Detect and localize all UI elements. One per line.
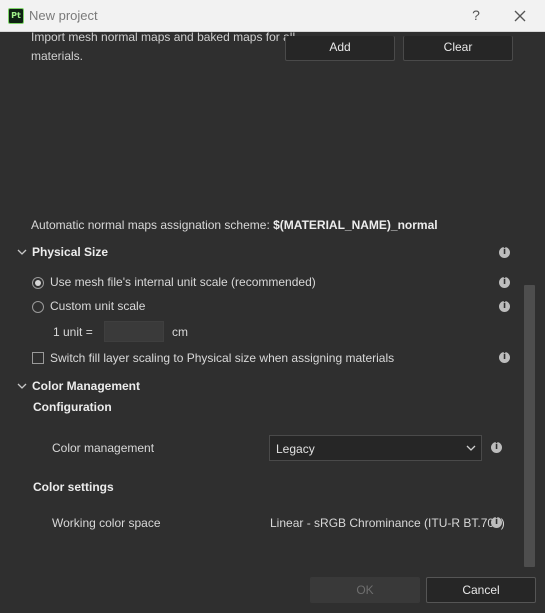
painter-app-icon: Pt (8, 8, 24, 24)
custom-unit-scale-radio[interactable] (32, 301, 44, 313)
custom-unit-scale-label[interactable]: Custom unit scale (50, 299, 145, 313)
ok-button[interactable]: OK (310, 577, 420, 603)
scrollbar-thumb[interactable] (524, 285, 535, 567)
dialog-content: Import mesh normal maps and baked maps f… (0, 32, 522, 572)
add-maps-button[interactable]: Add (285, 36, 395, 61)
unit-equals-label: 1 unit = (53, 325, 93, 339)
normal-scheme-label: Automatic normal maps assignation scheme… (31, 218, 438, 232)
unit-scale-input[interactable] (104, 321, 164, 342)
close-button[interactable] (509, 5, 531, 27)
unit-suffix-cm: cm (172, 325, 188, 339)
chevron-down-icon[interactable] (16, 380, 28, 392)
chevron-down-icon (466, 445, 476, 451)
physical-size-header[interactable]: Physical Size (32, 245, 108, 259)
clear-maps-button[interactable]: Clear (403, 36, 513, 61)
physical-size-switch-info-icon[interactable]: i (499, 352, 510, 363)
help-button[interactable]: ? (466, 5, 486, 25)
mesh-unit-scale-radio[interactable] (32, 277, 44, 289)
import-maps-text-line2: materials. (31, 49, 84, 63)
color-management-value: Legacy (276, 442, 315, 456)
color-management-label: Color management (52, 441, 155, 455)
normal-scheme-value: $(MATERIAL_NAME)_normal (273, 218, 438, 232)
cancel-button[interactable]: Cancel (426, 577, 536, 603)
working-color-space-value: Linear - sRGB Chrominance (ITU-R BT.709) (270, 516, 505, 530)
working-color-space-label: Working color space (52, 516, 161, 530)
window-title: New project (29, 8, 98, 23)
configuration-header: Configuration (33, 400, 112, 414)
import-maps-text-line1: Import mesh normal maps and baked maps f… (31, 32, 296, 44)
normal-scheme-label-text: Automatic normal maps assignation scheme… (31, 218, 270, 232)
color-management-select[interactable]: Legacy (269, 435, 482, 461)
physical-size-switch-label[interactable]: Switch fill layer scaling to Physical si… (50, 351, 394, 365)
mesh-unit-scale-info-icon[interactable]: i (499, 277, 510, 288)
color-settings-header: Color settings (33, 480, 114, 494)
color-management-info-icon[interactable]: i (491, 442, 502, 453)
chevron-down-icon[interactable] (16, 246, 28, 258)
title-bar: Pt New project ? (0, 0, 545, 32)
working-color-space-info-icon[interactable]: i (491, 517, 502, 528)
physical-size-switch-checkbox[interactable] (32, 352, 44, 364)
physical-size-info-icon[interactable]: i (499, 247, 510, 258)
close-icon (514, 10, 526, 22)
mesh-unit-scale-label[interactable]: Use mesh file's internal unit scale (rec… (50, 275, 316, 289)
custom-unit-scale-info-icon[interactable]: i (499, 301, 510, 312)
color-management-header[interactable]: Color Management (32, 379, 140, 393)
